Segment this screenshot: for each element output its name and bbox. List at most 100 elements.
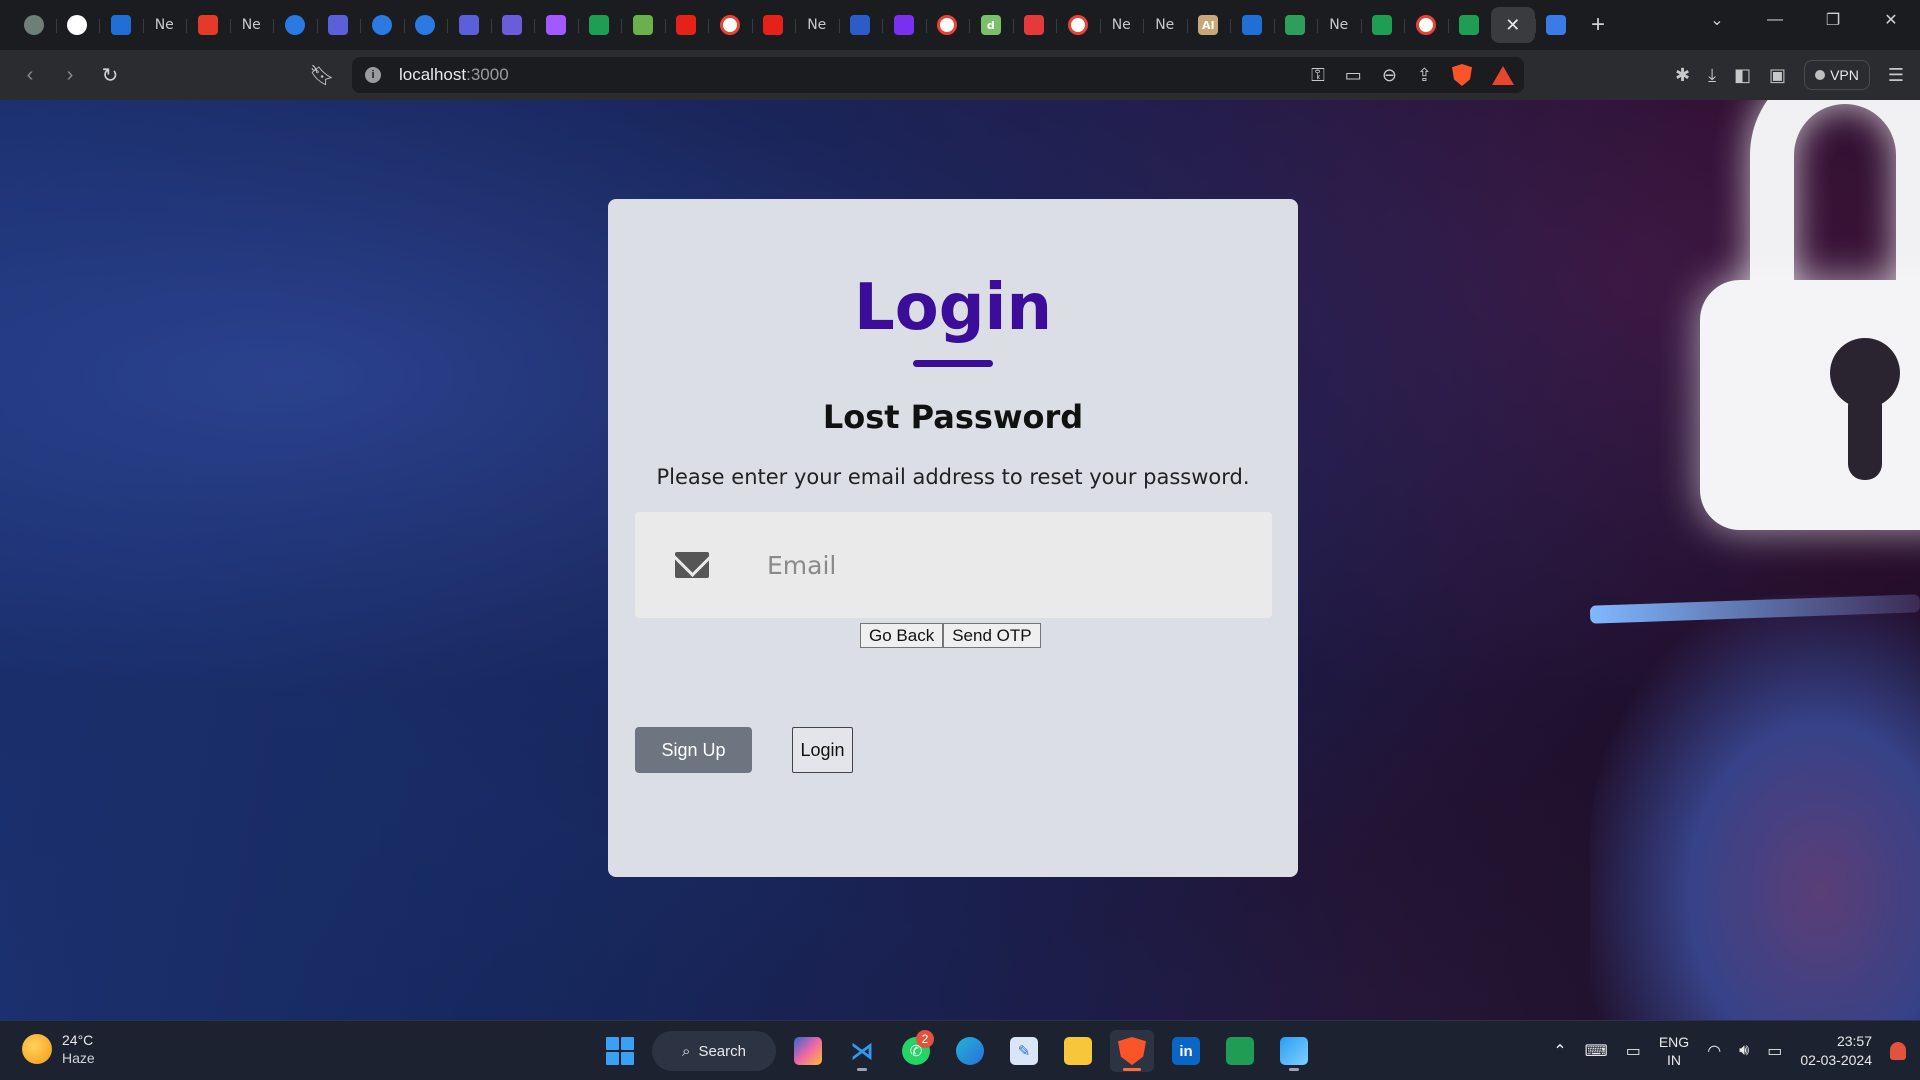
extensions-icon[interactable]: ✱	[1675, 65, 1690, 86]
active-browser-tab[interactable]: ✕	[1491, 7, 1535, 43]
chat-icon	[328, 15, 349, 35]
tab-search-chevron-icon[interactable]: ⌄	[1688, 10, 1746, 30]
battery-icon[interactable]: ▭	[1767, 1041, 1782, 1061]
close-tab-icon[interactable]: ✕	[1505, 15, 1520, 36]
close-window-button[interactable]: ✕	[1862, 10, 1920, 30]
browser-tab[interactable]	[99, 7, 143, 43]
copilot-icon[interactable]	[786, 1030, 830, 1072]
chat-icon	[502, 15, 523, 35]
browser-tab[interactable]	[621, 7, 665, 43]
start-button[interactable]	[598, 1030, 642, 1072]
back-button[interactable]: ‹	[10, 55, 50, 95]
file-explorer-icon[interactable]	[1056, 1030, 1100, 1072]
go-back-button[interactable]: Go Back	[860, 623, 944, 648]
browser-tab[interactable]	[403, 7, 448, 43]
browser-tab[interactable]	[1056, 7, 1100, 43]
google-meet-icon[interactable]	[1218, 1030, 1262, 1072]
browser-tab[interactable]: Ne	[1143, 7, 1187, 43]
taskbar-search[interactable]: ⌕ Search	[652, 1031, 776, 1071]
language-indicator[interactable]: ENG IN	[1659, 1033, 1689, 1069]
browser-tab[interactable]	[1404, 7, 1448, 43]
browser-tab-strip: Ne Ne Ne d Ne Ne AI Ne ✕ + ⌄ — ❐ ✕	[0, 0, 1920, 50]
password-key-icon[interactable]: ⚿	[1311, 65, 1325, 86]
edge-icon[interactable]	[948, 1030, 992, 1072]
arrow-icon	[893, 15, 914, 35]
paint-icon[interactable]	[1272, 1030, 1316, 1072]
browser-tab[interactable]: Ne	[1317, 7, 1361, 43]
tray-chevron-up-icon[interactable]: ⌃	[1553, 1041, 1566, 1061]
browser-tab[interactable]	[55, 7, 100, 43]
notepad-icon[interactable]: ✎	[1002, 1030, 1046, 1072]
downloads-icon[interactable]: ⤓	[1708, 65, 1716, 86]
sidebar-icon[interactable]: ◧	[1734, 65, 1751, 86]
email-field[interactable]	[767, 535, 1247, 595]
browser-tab[interactable]	[1012, 7, 1057, 43]
browser-tab[interactable]	[1534, 7, 1579, 43]
google-icon	[1067, 15, 1088, 35]
brave-browser-icon[interactable]	[1110, 1030, 1154, 1072]
browser-tab[interactable]: Ne	[1099, 7, 1144, 43]
send-otp-button[interactable]: Send OTP	[943, 623, 1041, 648]
notification-bell-icon[interactable]	[1890, 1042, 1906, 1060]
minimize-button[interactable]: —	[1746, 11, 1804, 29]
google-icon	[1415, 15, 1436, 35]
new-tab-button[interactable]: +	[1578, 7, 1618, 43]
browser-tab[interactable]	[882, 7, 926, 43]
c-icon	[371, 15, 392, 35]
site-info-icon[interactable]: i	[365, 67, 381, 83]
browser-tab[interactable]	[577, 7, 622, 43]
browser-tab[interactable]	[1447, 7, 1492, 43]
linkedin-icon[interactable]: in	[1164, 1030, 1208, 1072]
browser-tab[interactable]	[360, 7, 404, 43]
browser-tab[interactable]: Ne	[795, 7, 839, 43]
address-bar[interactable]: i localhost:3000 ⚿ ▭ ⊖ ⇪	[352, 57, 1524, 93]
whatsapp-icon[interactable]: ✆ 2	[894, 1030, 938, 1072]
login-button[interactable]: Login	[792, 727, 853, 773]
browser-tab[interactable]	[664, 7, 709, 43]
wifi-icon[interactable]: ◠	[1707, 1041, 1721, 1061]
wallet-icon[interactable]: ▣	[1769, 65, 1786, 86]
sign-up-button[interactable]: Sign Up	[635, 727, 752, 773]
browser-tab[interactable]	[751, 7, 796, 43]
keyboard-icon[interactable]: ⌨	[1585, 1041, 1608, 1061]
browser-tab[interactable]	[186, 7, 230, 43]
vscode-icon[interactable]: ⋊	[840, 1030, 884, 1072]
brave-rewards-icon[interactable]	[1492, 65, 1514, 85]
weather-widget[interactable]: 24°C Haze	[22, 1031, 95, 1067]
browser-tab[interactable]	[1230, 7, 1274, 43]
browser-tab[interactable]	[708, 7, 752, 43]
display-icon[interactable]: ▭	[1626, 1041, 1641, 1061]
bookmark-icon[interactable]: 🔖︎	[302, 55, 342, 95]
vpn-button[interactable]: VPN	[1804, 60, 1870, 90]
reset-actions: Go Back Send OTP	[860, 623, 1041, 648]
brave-shields-icon[interactable]	[1452, 64, 1472, 86]
browser-tab[interactable]	[12, 7, 56, 43]
meet-icon	[589, 15, 610, 35]
weather-condition: Haze	[62, 1050, 95, 1066]
restore-button[interactable]: ❐	[1804, 10, 1862, 30]
browser-tab[interactable]	[1273, 7, 1318, 43]
clock[interactable]: 23:57 02-03-2024	[1800, 1032, 1872, 1070]
zoom-icon[interactable]: ⊖	[1382, 65, 1397, 86]
url-text[interactable]: localhost:3000	[399, 65, 509, 85]
menu-icon[interactable]: ☰	[1888, 65, 1904, 86]
browser-tab[interactable]: AI	[1186, 7, 1231, 43]
browser-tab[interactable]: Ne	[142, 7, 187, 43]
volume-icon[interactable]: 🔊︎	[1739, 1042, 1749, 1060]
browser-tab[interactable]: d	[969, 7, 1013, 43]
browser-tab[interactable]	[316, 7, 361, 43]
browser-tab[interactable]: Ne	[229, 7, 274, 43]
browser-tab[interactable]	[925, 7, 970, 43]
browser-tab[interactable]	[1360, 7, 1405, 43]
vpn-status-icon	[1815, 70, 1826, 80]
cast-icon[interactable]: ▭	[1345, 65, 1362, 86]
browser-tab[interactable]	[273, 7, 317, 43]
forward-button[interactable]: ›	[50, 55, 90, 95]
browser-tab[interactable]	[534, 7, 578, 43]
browser-tab[interactable]	[490, 7, 535, 43]
share-icon[interactable]: ⇪	[1417, 65, 1432, 86]
browser-tab[interactable]	[447, 7, 491, 43]
ne-icon: Ne	[154, 17, 174, 33]
browser-tab[interactable]	[838, 7, 883, 43]
reload-button[interactable]: ↻	[90, 55, 130, 95]
